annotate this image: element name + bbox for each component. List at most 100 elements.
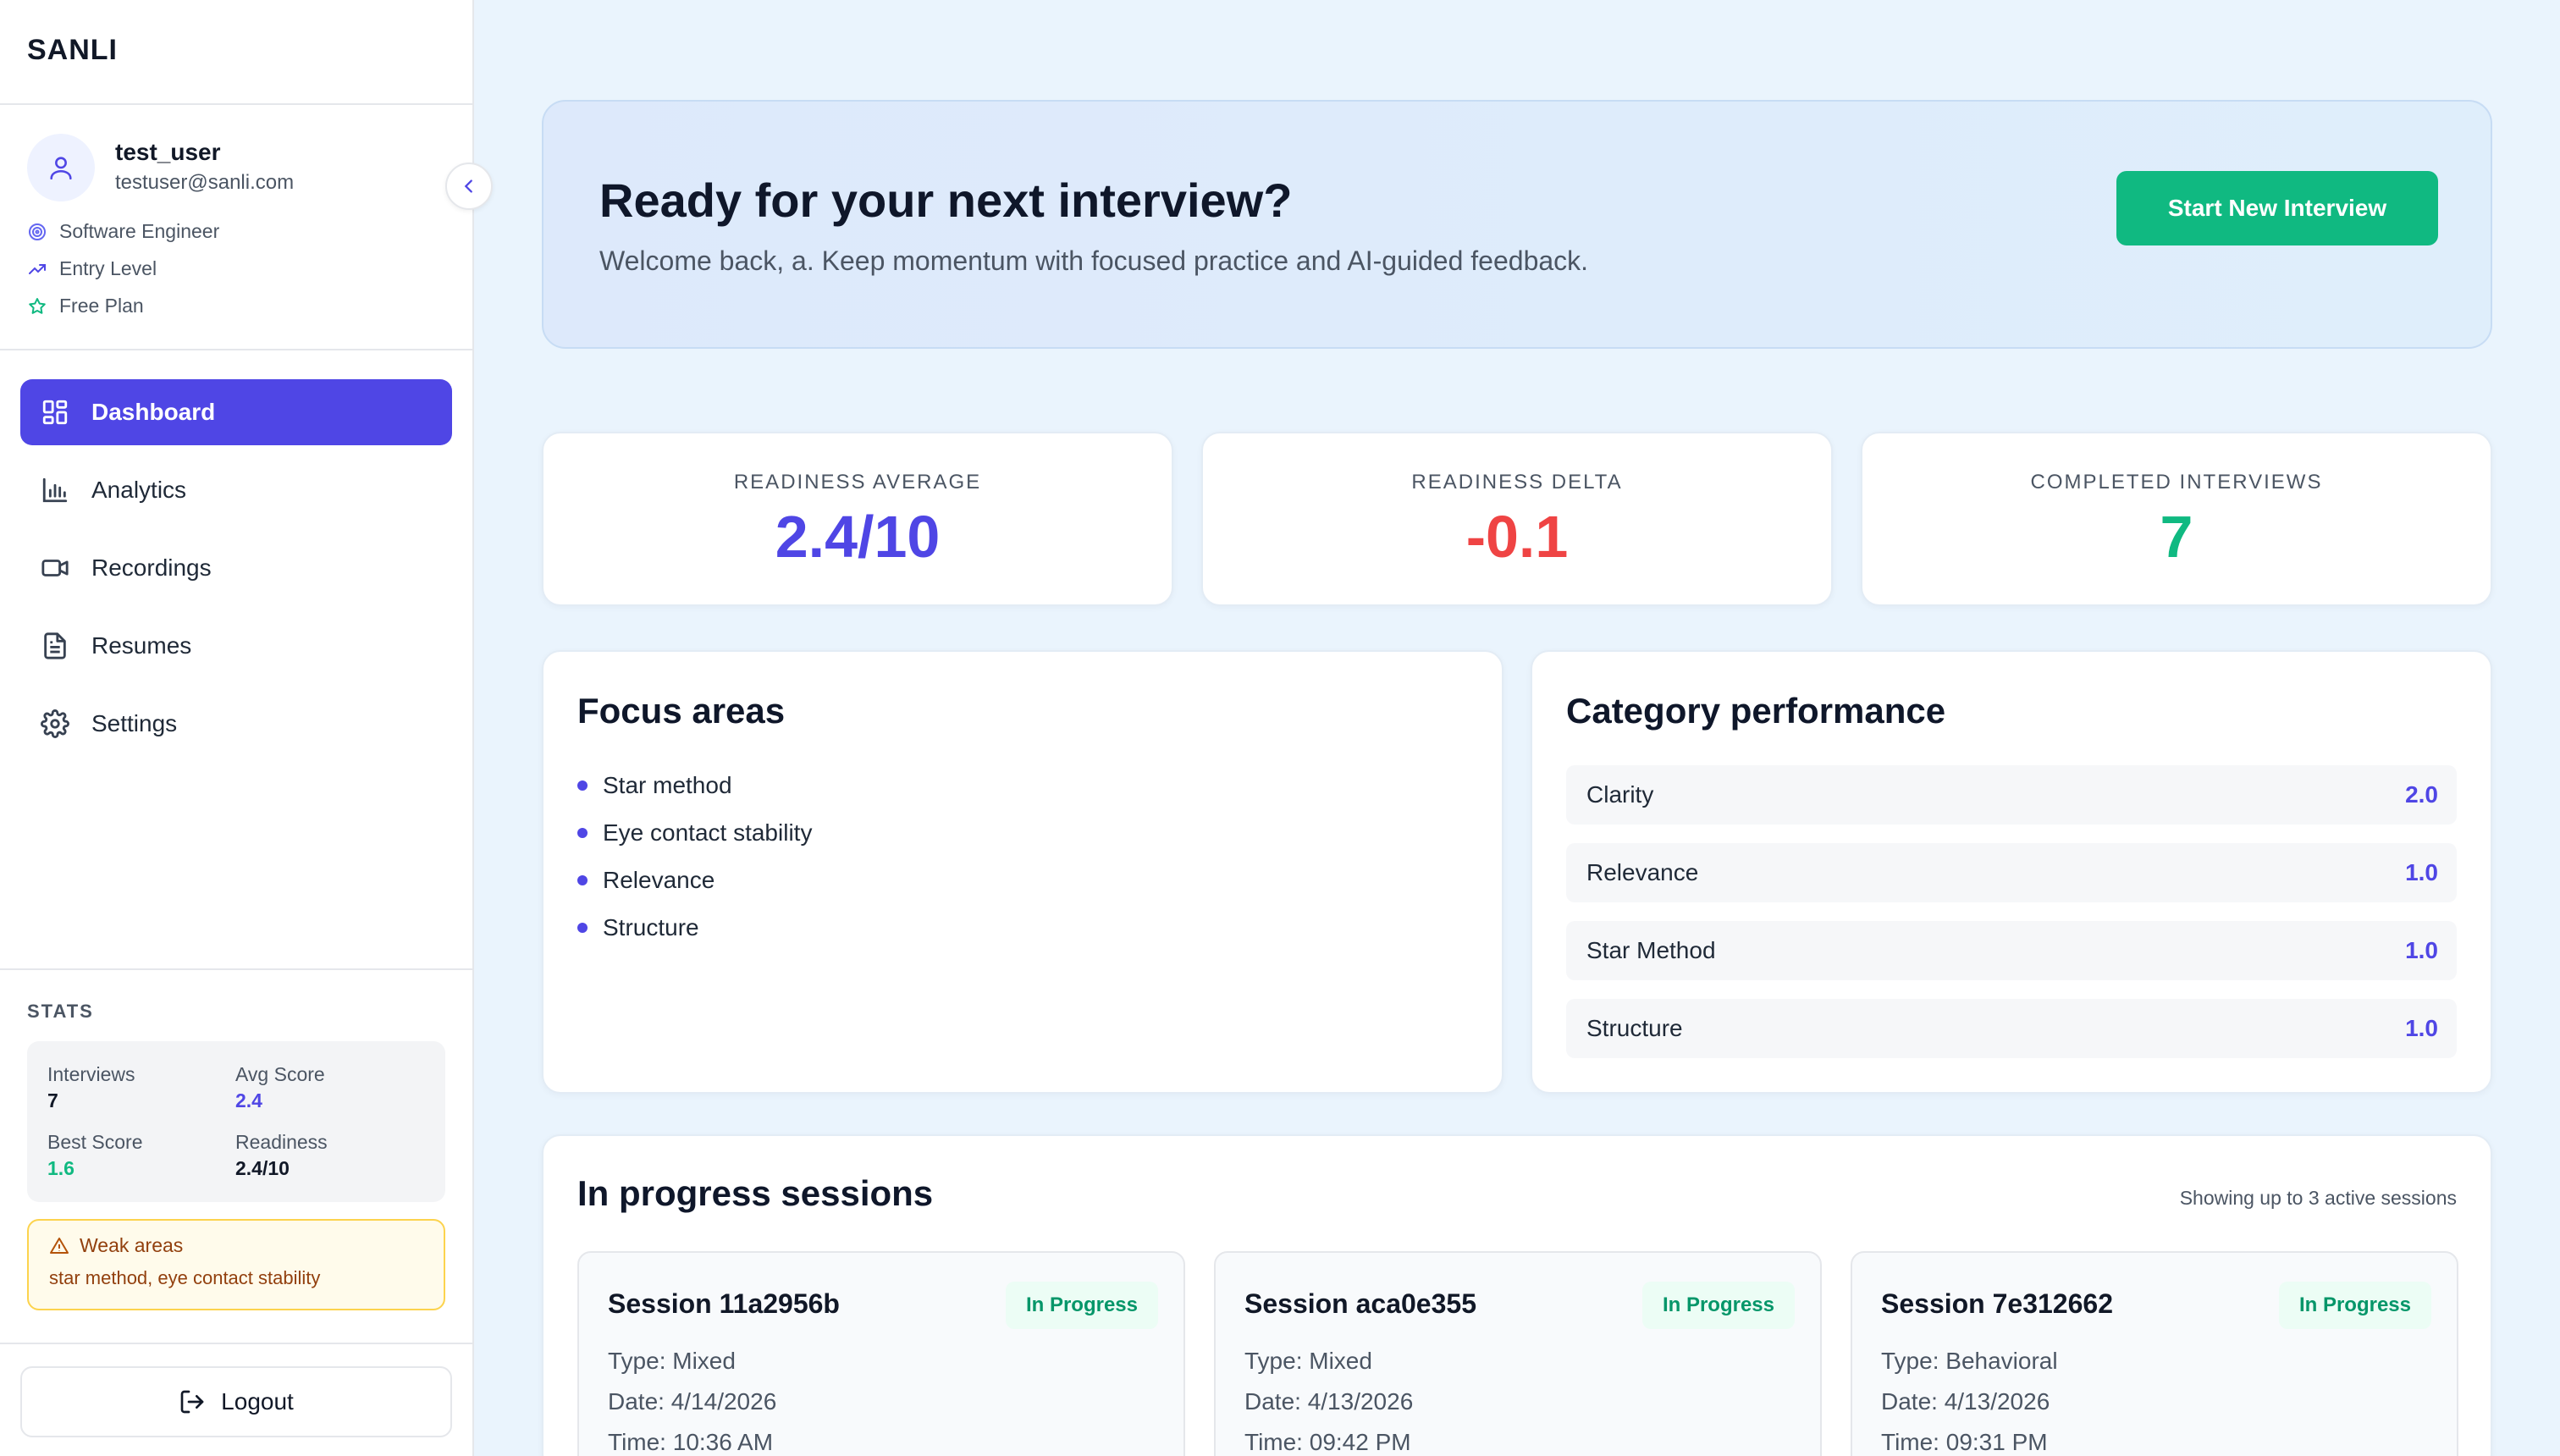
bullet-icon (577, 780, 588, 791)
session-card[interactable]: Session aca0e355 In Progress Type: Mixed… (1214, 1251, 1822, 1456)
session-time: Time: 09:31 PM (1881, 1429, 2048, 1455)
bullet-icon (577, 875, 588, 885)
stat-value: 2.4/10 (235, 1157, 290, 1179)
gear-icon (41, 709, 69, 738)
sidebar-item-label: Dashboard (91, 399, 216, 425)
user-name: test_user (115, 139, 221, 165)
document-icon (44, 632, 66, 659)
sidebar-item-label: Analytics (91, 477, 187, 503)
stat-label: Best Score (47, 1131, 143, 1153)
category-value: 2.0 (2405, 781, 2438, 808)
sidebar-item-settings[interactable]: Settings (20, 691, 452, 757)
stat-interviews: Interviews 7 (47, 1063, 135, 1112)
session-date: Date: 4/14/2026 (608, 1388, 777, 1415)
start-new-interview-button[interactable]: Start New Interview (2116, 171, 2438, 245)
weak-areas-label: Weak areas (80, 1234, 184, 1256)
focus-areas-title: Focus areas (577, 691, 786, 731)
category-label: Structure (1586, 1015, 1683, 1041)
sidebar-item-analytics[interactable]: Analytics (20, 457, 452, 523)
trend-up-icon (29, 263, 46, 274)
sessions-title: In progress sessions (577, 1173, 934, 1213)
bullet-icon (577, 828, 588, 838)
category-row-relevance: Relevance 1.0 (1566, 843, 2457, 902)
dashboard-icon (42, 400, 68, 425)
focus-item-label: Relevance (603, 867, 715, 893)
list-item: Eye contact stability (577, 809, 812, 857)
focus-item-label: Star method (603, 772, 732, 798)
session-date: Date: 4/13/2026 (1881, 1388, 2050, 1415)
focus-areas-list: Star method Eye contact stability Releva… (577, 762, 812, 951)
sidebar-item-label: Settings (91, 710, 178, 736)
user-role: Software Engineer (27, 220, 219, 243)
kpi-value: 7 (2160, 504, 2193, 570)
kpi-value: -0.1 (1465, 504, 1569, 570)
stat-avg-score: Avg Score 2.4 (235, 1063, 325, 1112)
session-type: Type: Mixed (1244, 1348, 1372, 1374)
user-role-label: Software Engineer (59, 220, 220, 242)
session-title: Session 11a2956b (608, 1288, 840, 1319)
sidebar-item-recordings[interactable]: Recordings (20, 535, 452, 601)
kpi-completed-interviews: COMPLETED INTERVIEWS 7 (1861, 432, 2492, 606)
focus-areas-card: Focus areas Star method Eye contact stab… (542, 650, 1503, 1094)
sidebar-nav: Dashboard Analytics Recordings Resumes S… (20, 379, 452, 769)
sidebar: SANLI test_user testuser@sanli.com Softw… (0, 0, 493, 1456)
stat-value: 7 (47, 1089, 58, 1111)
warning-icon (50, 1237, 69, 1254)
video-icon (41, 560, 69, 576)
user-level-label: Entry Level (59, 257, 157, 279)
status-badge: In Progress (1641, 1282, 1795, 1329)
hero-title: Ready for your next interview? (599, 174, 1293, 227)
logout-label: Logout (221, 1388, 294, 1415)
bullet-icon (577, 923, 588, 933)
weak-areas-text: star method, eye contact stability (49, 1267, 321, 1288)
sidebar-item-label: Resumes (91, 632, 192, 659)
status-badge: In Progress (2278, 1282, 2431, 1329)
kpi-label: READINESS AVERAGE (733, 471, 982, 494)
user-email: testuser@sanli.com (115, 171, 295, 194)
star-icon (29, 297, 46, 314)
session-card[interactable]: Session 11a2956b In Progress Type: Mixed… (577, 1251, 1185, 1456)
collapse-sidebar-button[interactable] (445, 163, 493, 210)
session-date: Date: 4/13/2026 (1244, 1388, 1414, 1415)
session-title: Session 7e312662 (1881, 1288, 2113, 1319)
session-card[interactable]: Session 7e312662 In Progress Type: Behav… (1851, 1251, 2458, 1456)
user-plan-label: Free Plan (59, 295, 144, 317)
category-row-clarity: Clarity 2.0 (1566, 765, 2457, 825)
logout-icon (180, 1390, 204, 1414)
hero-banner: Ready for your next interview? Welcome b… (542, 100, 2492, 349)
avatar (27, 134, 95, 201)
sidebar-item-resumes[interactable]: Resumes (20, 613, 452, 679)
kpi-value: 2.4/10 (775, 504, 941, 570)
category-row-star-method: Star Method 1.0 (1566, 921, 2457, 980)
stat-readiness: Readiness 2.4/10 (235, 1131, 328, 1180)
list-item: Star method (577, 762, 812, 809)
logout-button[interactable]: Logout (20, 1366, 452, 1437)
category-value: 1.0 (2405, 859, 2438, 885)
stat-best-score: Best Score 1.6 (47, 1131, 143, 1180)
weak-areas-title: Weak areas (49, 1234, 423, 1257)
user-plan: Free Plan (27, 295, 144, 317)
logout-section: Logout (0, 1343, 472, 1456)
weak-areas-box: Weak areas star method, eye contact stab… (27, 1219, 445, 1310)
list-item: Structure (577, 904, 812, 951)
bar-chart-icon (42, 477, 68, 503)
stats-box: Interviews 7 Avg Score 2.4 Best Score 1.… (27, 1041, 445, 1202)
session-time: Time: 09:42 PM (1244, 1429, 1411, 1455)
sidebar-item-dashboard[interactable]: Dashboard (20, 379, 452, 445)
user-icon (50, 157, 72, 180)
category-row-structure: Structure 1.0 (1566, 999, 2457, 1058)
user-level: Entry Level (27, 257, 157, 280)
category-label: Star Method (1586, 937, 1716, 963)
kpi-label: READINESS DELTA (1411, 471, 1623, 494)
stat-value: 1.6 (47, 1157, 74, 1179)
stat-label: Avg Score (235, 1063, 325, 1085)
brand-logo[interactable]: SANLI (0, 0, 472, 105)
hero-subtitle: Welcome back, a. Keep momentum with focu… (599, 245, 1589, 276)
target-icon (29, 223, 46, 240)
user-profile: test_user testuser@sanli.com Software En… (0, 105, 472, 350)
stat-label: Interviews (47, 1063, 135, 1085)
stat-value: 2.4 (235, 1089, 262, 1111)
category-value: 1.0 (2405, 1015, 2438, 1041)
sessions-note: Showing up to 3 active sessions (2179, 1187, 2457, 1209)
list-item: Relevance (577, 857, 812, 904)
